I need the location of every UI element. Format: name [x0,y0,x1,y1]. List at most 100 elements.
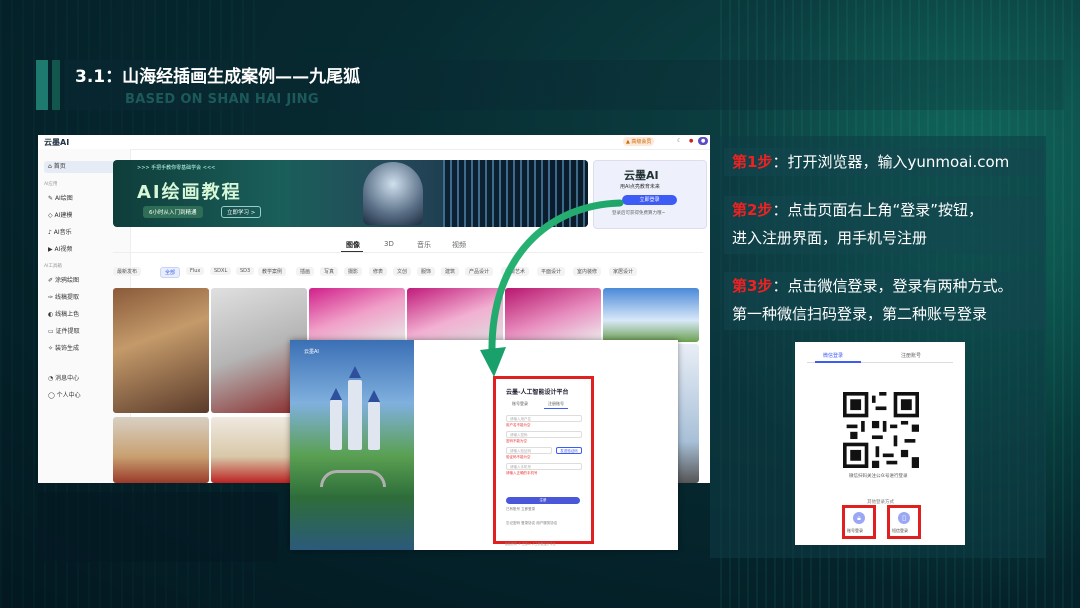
captcha-input[interactable]: 请输入验证码 [506,447,552,454]
sidebar-item-label: 证件提取 [55,328,80,335]
step-1: 第1步：打开浏览器，输入yunmoai.com [724,148,1046,176]
tab-register[interactable]: 注册账号 [548,401,564,407]
castle-tower [330,400,342,450]
brush-icon: ✎ [48,195,55,202]
login-link[interactable]: 已有账号 立即登录 [506,507,535,512]
sidebar-item-label: AI视频 [54,246,73,253]
doodle-icon: ✐ [48,277,55,284]
banner-learn-button[interactable]: 立即学习 > [221,206,262,218]
filter-chip[interactable]: 服饰 [417,267,436,276]
step-2-text: ：点击页面右上角“登录”按钮， [772,201,983,219]
tab-image[interactable]: 图像 [346,240,360,250]
sidebar-item-profile[interactable]: ◯ 个人中心 [44,390,124,402]
filter-chip[interactable]: 建筑 [441,267,460,276]
site-topbar: 云墨AI ▲ 高级会员 ☾ ● ● [38,135,710,150]
login-logo: 云墨AI [304,349,319,355]
filter-chip[interactable]: SDXL [210,267,232,275]
lineart-icon: ✑ [48,294,55,301]
password-input[interactable]: 请输入密码 [506,431,582,438]
step-2-label: 第2步 [732,201,773,219]
register-form: 云墨-人工智能设计平台 账号登录 注册账号 请输入用户名 用户名不能为空 请输入… [493,376,594,544]
step-3: 第3步：点击微信登录，登录有两种方式。 第一种微信扫码登录，第二种账号登录 [724,272,1046,330]
promo-subtitle: 用AI点亮教育未来 [620,184,660,190]
qr-caption: 微信扫码关注公众号进行登录 [849,474,908,479]
filter-chip[interactable]: 教学案例 [258,267,287,276]
notification-icon[interactable]: ● [686,137,696,145]
tab-wechat-login[interactable]: 微信登录 [823,352,843,359]
sidebar-item-label: 线稿提取 [54,294,79,301]
tab-3d[interactable]: 3D [384,240,394,248]
title-accent-bar [36,60,48,110]
sidebar-group-ai-tools: AI工具箱 [44,264,62,269]
sidebar-item-colorize[interactable]: ◐ 线稿上色 [44,309,124,321]
filter-chip[interactable]: 插画 [296,267,315,276]
vip-button[interactable]: ▲ 高级会员 [623,137,655,146]
avatar[interactable]: ● [698,137,709,145]
sms-login-option[interactable]: ▯ 短信登录 [887,505,921,539]
register-submit-button[interactable]: 注册 [506,497,580,504]
slide-subtitle: BASED ON SHAN HAI JING [125,92,319,107]
step-1-label: 第1步 [732,153,773,171]
filter-chip[interactable]: 文创 [393,267,412,276]
tab-account-login[interactable]: 账号登录 [512,401,528,407]
castle-illustration [290,340,414,550]
sort-select[interactable]: 最新发布 [113,267,142,276]
lock-icon: 🔒︎ [853,512,865,524]
username-input[interactable]: 请输入用户名 [506,415,582,422]
agreement-links[interactable]: 忘记密码 登录协议 用户服务协议 [506,521,557,526]
filter-chip[interactable]: SD3 [236,267,255,275]
filter-chip[interactable]: 写真 [320,267,339,276]
decorative-dark-panel [38,492,278,562]
step-2-text-line2: 进入注册界面，用手机号注册 [732,229,928,247]
account-login-option[interactable]: 🔒︎ 账号登录 [842,505,876,539]
tab-video[interactable]: 视频 [452,240,466,250]
slide-title: 3.1：山海经插画生成案例——九尾狐 [75,67,361,87]
sidebar-item-ai-model[interactable]: ◇ AI建模 [44,210,124,222]
register-title: 云墨-人工智能设计平台 [506,389,569,396]
qr-code-icon[interactable] [843,392,919,468]
step-3-label: 第3步 [732,277,773,295]
id-icon: ▭ [48,328,56,335]
sidebar-item-ai-draw[interactable]: ✎ AI绘图 [44,193,124,205]
send-code-button[interactable]: 发送验证码 [556,447,582,454]
login-footer: 版权所有 © 云墨AI 人工智能设计平台 [505,542,556,546]
sidebar-item-id[interactable]: ▭ 证件提取 [44,326,124,338]
gallery-image[interactable] [309,288,405,342]
filter-chip[interactable]: Flux [186,267,205,275]
castle-tower [348,380,362,450]
step-3-text-line2: 第一种微信扫码登录，第二种账号登录 [732,305,988,323]
sidebar-item-ai-music[interactable]: ♪ AI音乐 [44,227,124,239]
sidebar-item-label: 涂鸦绘图 [54,277,79,284]
site-logo[interactable]: 云墨AI [44,137,69,148]
captcha-error: 验证码不能为空 [506,455,531,459]
sidebar-item-label: 线稿上色 [55,311,80,318]
sidebar-item-label: 消息中心 [55,375,80,382]
sidebar-item-doodle[interactable]: ✐ 涂鸦绘图 [44,275,124,287]
login-button[interactable]: 立即登录 [622,195,677,205]
gallery-image[interactable] [113,417,209,483]
filter-chip[interactable]: 摄影 [344,267,363,276]
tab-register-account[interactable]: 注册账号 [901,352,921,359]
filter-chip[interactable]: 全部 [160,267,181,278]
stone-bridge [320,470,386,487]
filter-chip[interactable]: 修表 [369,267,388,276]
phone-input[interactable]: 请输入手机号 [506,463,582,470]
promo-title: 云墨AI [624,169,659,182]
sidebar-item-decor[interactable]: ✧ 装饰生成 [44,343,124,355]
sidebar-item-messages[interactable]: ◔ 消息中心 [44,373,124,385]
sidebar-item-ai-video[interactable]: ▶ AI视频 [44,244,124,256]
castle-roof [330,388,342,400]
tab-music[interactable]: 音乐 [417,240,431,250]
password-error: 密码不能为空 [506,439,527,443]
decor-icon: ✧ [48,345,55,352]
banner-kicker: >>> 手把手教你零基础学会 <<< [137,165,216,171]
moon-icon[interactable]: ☾ [674,137,684,145]
sidebar-item-label: AI绘图 [54,195,73,202]
account-login-label: 账号登录 [847,528,863,533]
sidebar-item-home[interactable]: ⌂ 首页 [44,161,124,173]
sms-login-label: 短信登录 [892,528,908,533]
sidebar-item-lineart[interactable]: ✑ 线稿提取 [44,292,124,304]
sidebar-item-label: AI音乐 [53,229,72,236]
sidebar-item-label: 个人中心 [56,392,81,399]
gallery-image[interactable] [113,288,209,413]
